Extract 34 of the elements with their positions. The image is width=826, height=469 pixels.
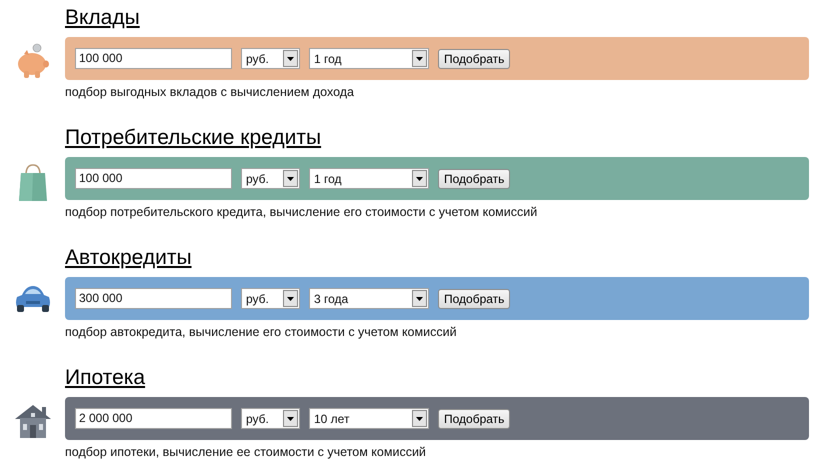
amount-field[interactable]: 300 000 [75, 288, 232, 309]
section-title-link[interactable]: Автокредиты [65, 245, 192, 271]
section-description: подбор автокредита, вычисление его стоимости с учетом комиссий [65, 325, 457, 339]
section-description: подбор потребительского кредита, вычисление его стоимости с учетом комиссий [65, 205, 538, 219]
currency-select[interactable]: руб. [241, 168, 300, 189]
house-icon [12, 403, 52, 439]
dropdown-arrow-icon [287, 416, 294, 420]
dropdown-arrow-icon [416, 176, 423, 180]
dropdown-arrow-icon [416, 296, 423, 300]
term-select[interactable]: 10 лет [309, 408, 429, 429]
select-button[interactable]: Подобрать [438, 288, 510, 308]
amount-field[interactable]: 100 000 [75, 168, 232, 189]
currency-select[interactable]: руб. [241, 48, 300, 69]
dropdown-arrow-icon [287, 296, 294, 300]
currency-select[interactable]: руб. [241, 288, 300, 309]
select-button[interactable]: Подобрать [438, 408, 510, 428]
term-select[interactable]: 1 год [309, 48, 429, 69]
section-description: подбор ипотеки, вычисление ее стоимости с учетом комиссий [65, 445, 426, 459]
section-title-link[interactable]: Ипотека [65, 365, 146, 391]
section-title-link[interactable]: Вклады [65, 5, 140, 31]
dropdown-arrow-icon [287, 176, 294, 180]
term-select[interactable]: 1 год [309, 168, 429, 189]
dropdown-arrow-icon [287, 56, 294, 60]
car-icon [14, 283, 52, 313]
amount-field[interactable]: 2 000 000 [75, 408, 232, 429]
amount-field[interactable]: 100 000 [75, 48, 232, 69]
dropdown-arrow-icon [416, 56, 423, 60]
currency-select[interactable]: руб. [241, 408, 300, 429]
section-description: подбор выгодных вкладов с вычислением дохода [65, 85, 354, 99]
term-select[interactable]: 3 года [309, 288, 429, 309]
dropdown-arrow-icon [416, 416, 423, 420]
select-button[interactable]: Подобрать [438, 168, 510, 188]
section-title-link[interactable]: Потребительские кредиты [65, 125, 322, 151]
select-button[interactable]: Подобрать [438, 48, 510, 68]
